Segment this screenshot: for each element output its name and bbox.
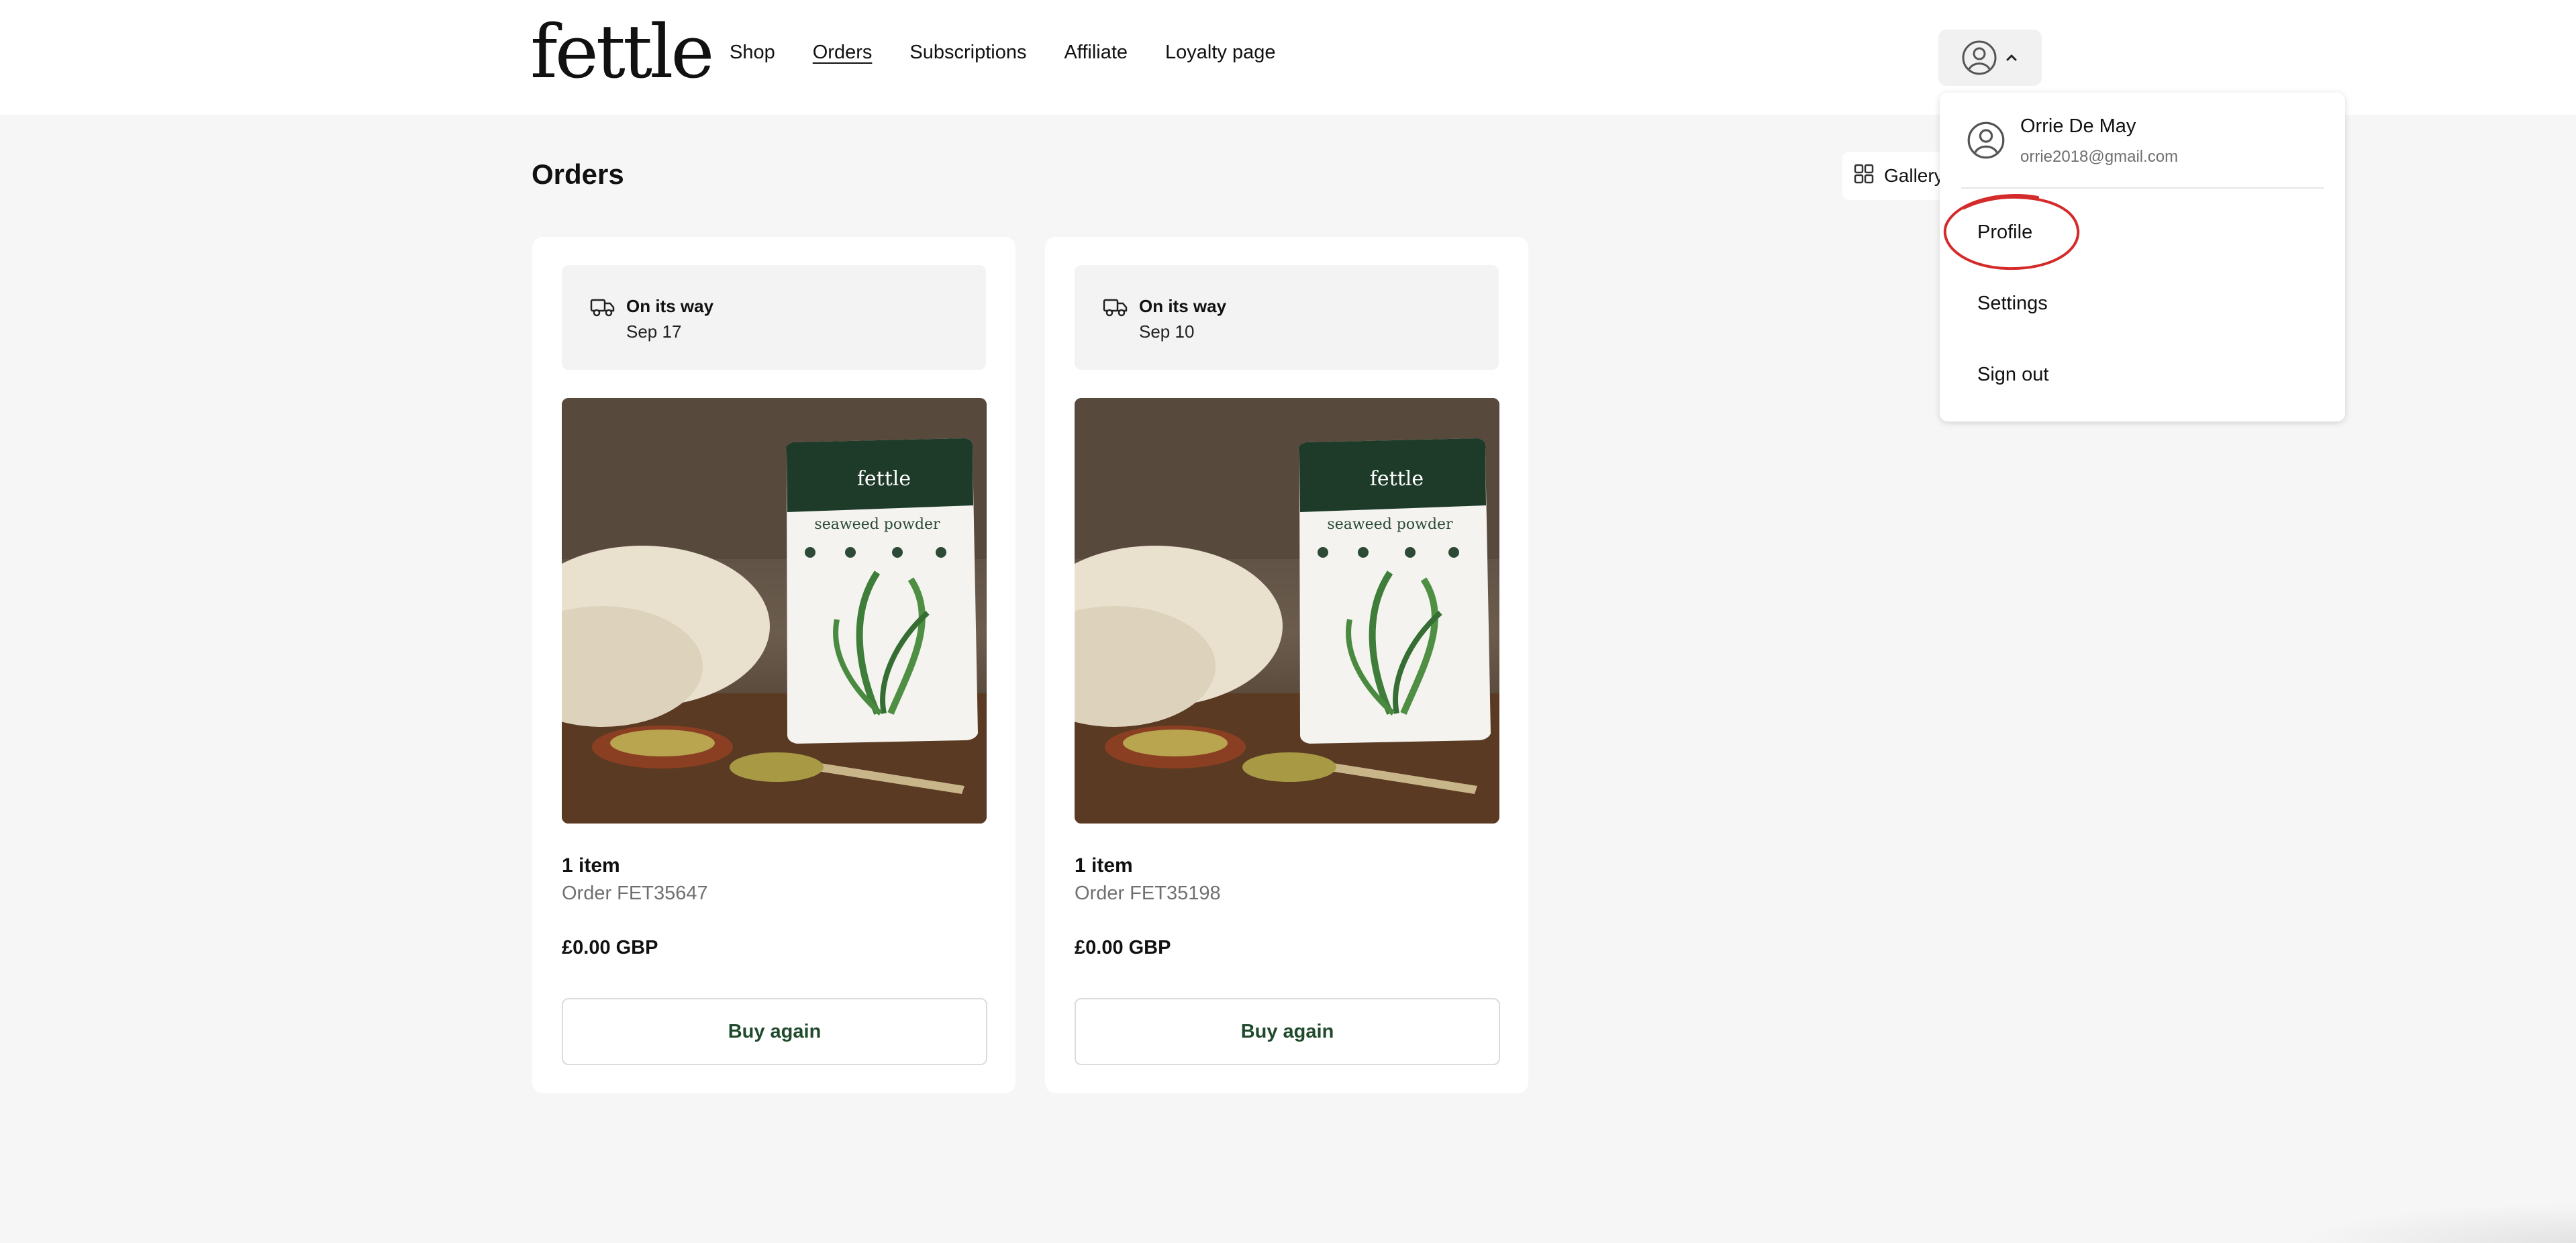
gallery-label: Gallery xyxy=(1884,165,1944,186)
order-status-box: On its way Sep 17 xyxy=(562,265,986,370)
grid-icon xyxy=(1853,163,1875,189)
account-email: orrie2018@gmail.com xyxy=(2020,148,2179,166)
order-number: Order FET35647 xyxy=(562,883,708,904)
user-circle-icon xyxy=(1961,40,1997,76)
order-status: On its way xyxy=(626,296,714,316)
buy-again-button[interactable]: Buy again xyxy=(562,998,987,1065)
chevron-up-icon xyxy=(2004,50,2019,65)
delivery-truck-icon xyxy=(590,297,615,321)
fettle-logo[interactable]: fettle xyxy=(530,15,714,89)
account-menu-button[interactable] xyxy=(1938,30,2042,86)
product-photo: fettle seaweed powder xyxy=(562,398,987,824)
order-status-date: Sep 17 xyxy=(626,321,682,342)
order-total: £0.00 GBP xyxy=(562,937,658,958)
item-count: 1 item xyxy=(562,854,620,877)
page-title: Orders xyxy=(532,158,624,190)
svg-text:seaweed powder: seaweed powder xyxy=(1327,516,1453,533)
order-card: On its way Sep 17 fettle seaweed powder … xyxy=(532,237,1015,1093)
item-count: 1 item xyxy=(1075,854,1133,877)
corner-shadow xyxy=(2294,1203,2576,1243)
product-image[interactable]: fettle seaweed powder xyxy=(1075,398,1499,824)
nav-affiliate[interactable]: Affiliate xyxy=(1064,42,1128,75)
menu-item-profile[interactable]: Profile xyxy=(1977,221,2032,244)
order-status: On its way xyxy=(1139,296,1227,316)
order-status-box: On its way Sep 10 xyxy=(1075,265,1499,370)
buy-again-button[interactable]: Buy again xyxy=(1075,998,1500,1065)
svg-text:seaweed powder: seaweed powder xyxy=(814,516,940,533)
order-status-date: Sep 10 xyxy=(1139,321,1195,342)
order-card: On its way Sep 10 fettle seaweed powder … xyxy=(1045,237,1528,1093)
product-photo: fettle seaweed powder xyxy=(1075,398,1499,824)
menu-divider xyxy=(1961,187,2324,189)
product-image[interactable]: fettle seaweed powder xyxy=(562,398,987,824)
order-number: Order FET35198 xyxy=(1075,883,1221,904)
svg-text:fettle: fettle xyxy=(857,467,911,491)
menu-item-settings[interactable]: Settings xyxy=(1977,293,2048,315)
nav-subscriptions[interactable]: Subscriptions xyxy=(909,42,1026,75)
nav-orders[interactable]: Orders xyxy=(813,42,873,75)
nav-shop[interactable]: Shop xyxy=(730,42,775,75)
menu-item-sign-out[interactable]: Sign out xyxy=(1977,364,2048,386)
nav-loyalty-page[interactable]: Loyalty page xyxy=(1165,42,1275,75)
main-nav: Shop Orders Subscriptions Affiliate Loya… xyxy=(730,42,1276,75)
delivery-truck-icon xyxy=(1103,297,1128,321)
svg-text:fettle: fettle xyxy=(1370,467,1424,491)
account-dropdown-menu: Orrie De May orrie2018@gmail.com Profile… xyxy=(1940,93,2345,421)
user-avatar-icon xyxy=(1967,121,2005,163)
order-total: £0.00 GBP xyxy=(1075,937,1171,958)
account-name: Orrie De May xyxy=(2020,115,2136,137)
